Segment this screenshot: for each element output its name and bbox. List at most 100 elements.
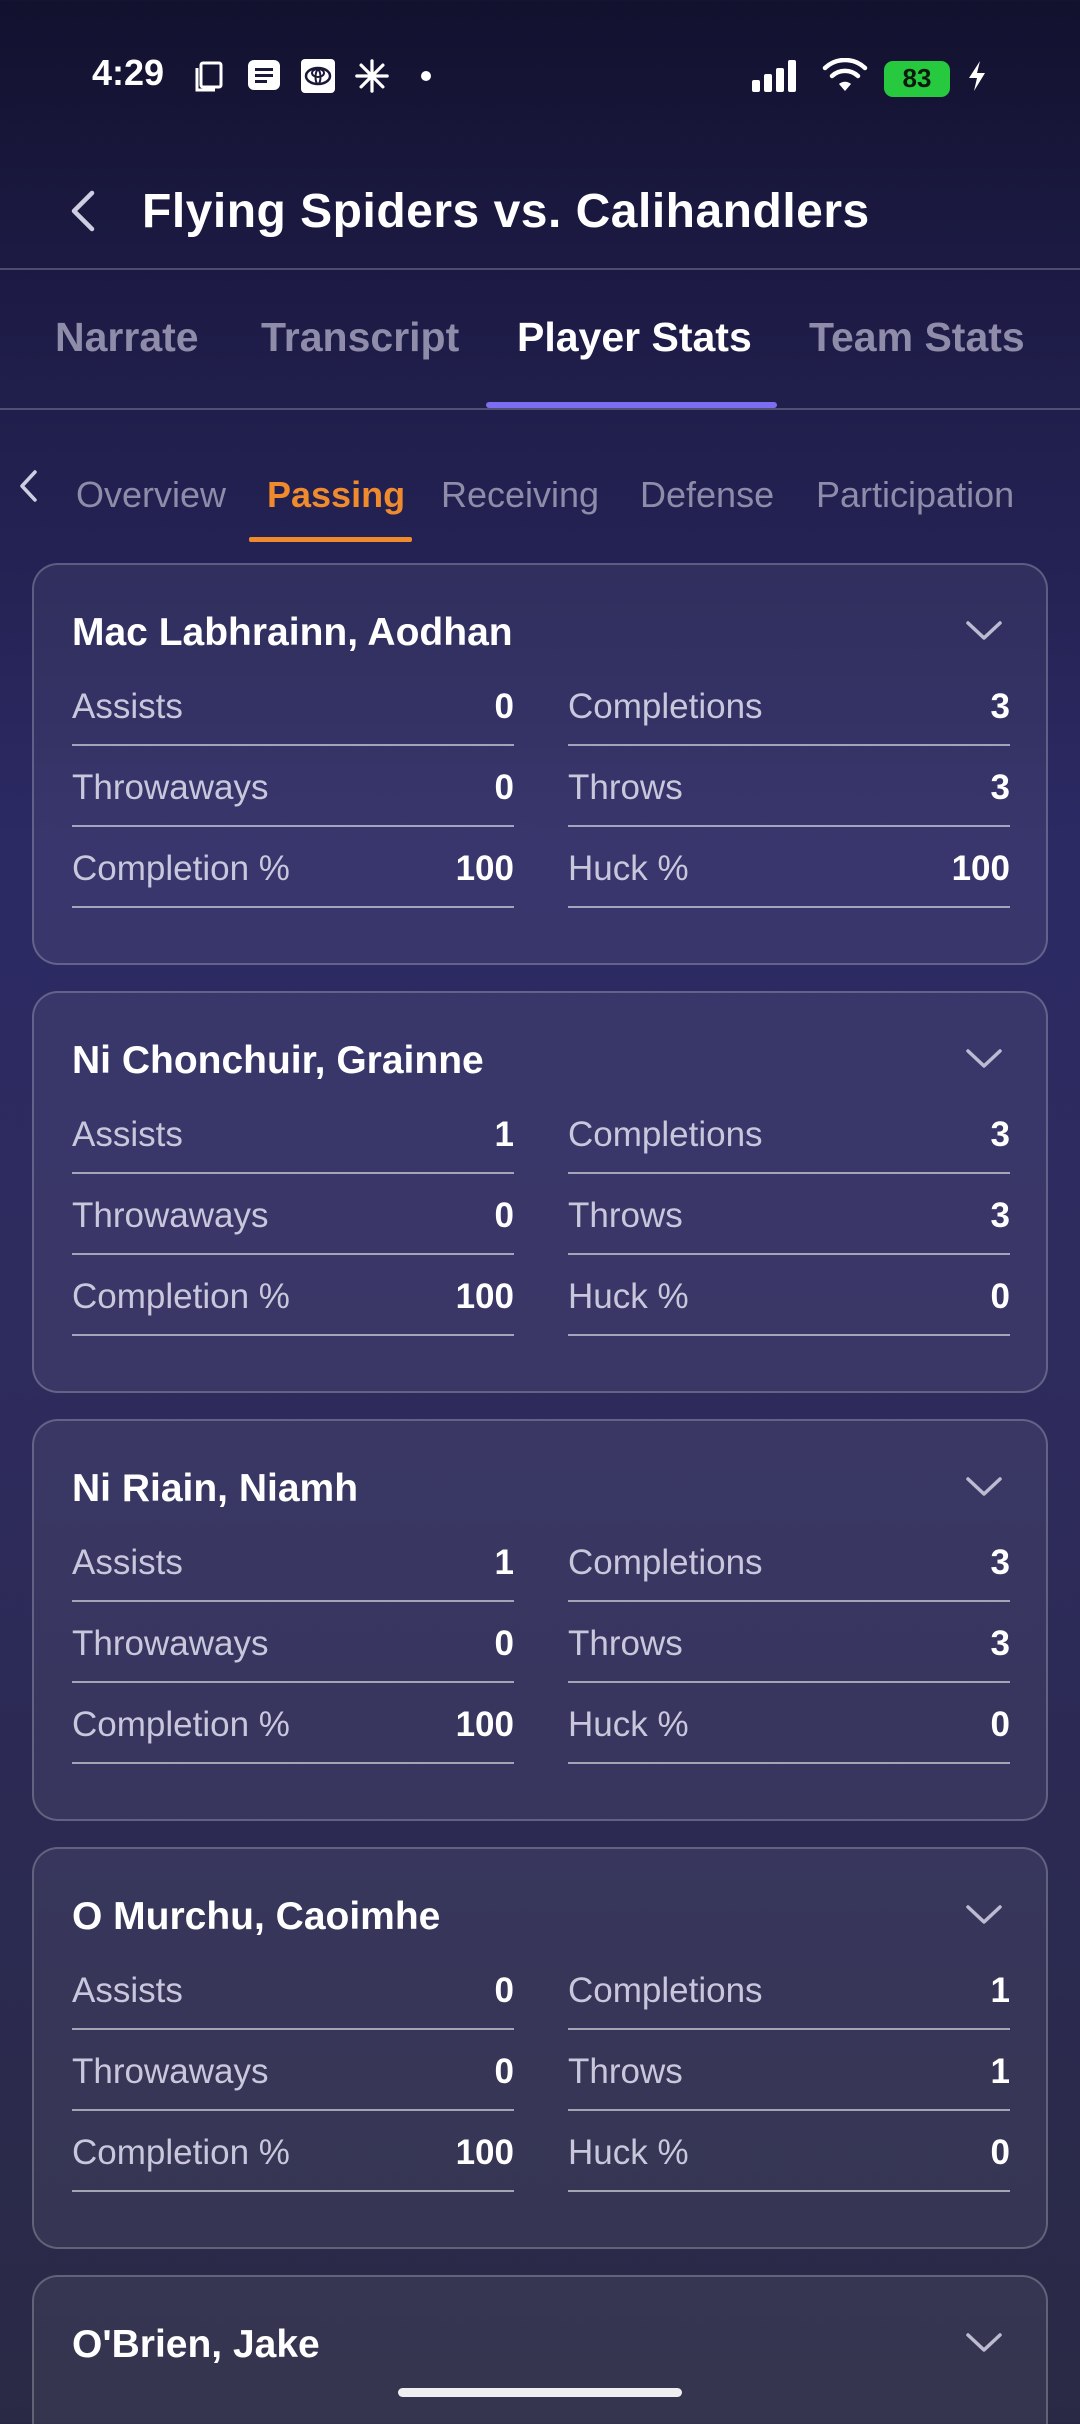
toyota-icon bbox=[300, 58, 336, 94]
expand-button[interactable] bbox=[962, 2321, 1006, 2365]
stat-label: Throws bbox=[568, 768, 683, 807]
chevron-down-icon bbox=[966, 2333, 1002, 2352]
stat-value: 1 bbox=[494, 1115, 514, 1154]
chevron-down-icon bbox=[966, 1477, 1002, 1496]
stat-huck-percent: Huck % 0 bbox=[568, 1683, 1010, 1764]
stat-value: 3 bbox=[990, 1115, 1010, 1154]
sub-tabs: Overview Passing Receiving Defense Parti… bbox=[0, 410, 1080, 545]
stat-value: 1 bbox=[990, 2052, 1010, 2091]
stat-completion-percent: Completion % 100 bbox=[72, 1683, 514, 1764]
stat-assists: Assists 0 bbox=[72, 1949, 514, 2030]
player-card[interactable]: O'Brien, Jake bbox=[32, 2275, 1048, 2424]
stat-label: Completions bbox=[568, 1971, 763, 2010]
subtab-passing[interactable]: Passing bbox=[267, 474, 405, 516]
stat-value: 100 bbox=[455, 1277, 514, 1316]
chevron-down-icon bbox=[966, 621, 1002, 640]
stat-label: Assists bbox=[72, 1971, 183, 2010]
stat-label: Throwaways bbox=[72, 768, 269, 807]
expand-button[interactable] bbox=[962, 1465, 1006, 1509]
status-time: 4:29 bbox=[92, 52, 165, 93]
player-name: Ni Riain, Niamh bbox=[72, 1467, 359, 1510]
stat-throws: Throws 3 bbox=[568, 1602, 1010, 1683]
stat-huck-percent: Huck % 0 bbox=[568, 1255, 1010, 1336]
stat-value: 0 bbox=[494, 1624, 514, 1663]
stat-value: 0 bbox=[494, 768, 514, 807]
subtab-participation[interactable]: Participation bbox=[816, 474, 1014, 516]
stat-value: 100 bbox=[951, 849, 1010, 888]
stat-value: 1 bbox=[990, 1971, 1010, 2010]
player-card[interactable]: Ni Chonchuir, Grainne Assists 1 Completio… bbox=[32, 991, 1048, 1393]
notification-icons bbox=[192, 58, 444, 94]
dot-icon bbox=[408, 58, 444, 94]
copy-icon bbox=[192, 58, 228, 94]
main-tabs: Narrate Transcript Player Stats Team Sta… bbox=[0, 272, 1080, 408]
subtab-defense[interactable]: Defense bbox=[640, 474, 774, 516]
stat-value: 100 bbox=[455, 1705, 514, 1744]
stat-throwaways: Throwaways 0 bbox=[72, 1602, 514, 1683]
subtab-receiving[interactable]: Receiving bbox=[441, 474, 599, 516]
message-icon bbox=[246, 58, 282, 94]
player-card[interactable]: Ni Riain, Niamh Assists 1 Completions 3 Th… bbox=[32, 1419, 1048, 1821]
player-name: Mac Labhrainn, Aodhan bbox=[72, 611, 513, 654]
player-card[interactable]: Mac Labhrainn, Aodhan Assists 0 Completio… bbox=[32, 563, 1048, 965]
home-indicator[interactable] bbox=[398, 2388, 682, 2397]
app-bar: Flying Spiders vs. Calihandlers bbox=[0, 150, 1080, 270]
stat-value: 3 bbox=[990, 1624, 1010, 1663]
charging-icon bbox=[966, 59, 988, 98]
chevron-down-icon bbox=[966, 1049, 1002, 1068]
stat-label: Completion % bbox=[72, 1705, 290, 1744]
back-button[interactable] bbox=[58, 186, 108, 236]
stat-value: 0 bbox=[494, 1196, 514, 1235]
stat-completions: Completions 3 bbox=[568, 1521, 1010, 1602]
tab-transcript[interactable]: Transcript bbox=[261, 314, 459, 361]
player-name: Ni Chonchuir, Grainne bbox=[72, 1039, 484, 1082]
stat-value: 3 bbox=[990, 687, 1010, 726]
stat-label: Completions bbox=[568, 1543, 763, 1582]
chevron-left-icon bbox=[71, 190, 95, 232]
tab-player-stats[interactable]: Player Stats bbox=[517, 314, 752, 361]
stat-label: Completions bbox=[568, 687, 763, 726]
stat-value: 100 bbox=[455, 849, 514, 888]
stat-label: Throwaways bbox=[72, 1196, 269, 1235]
stat-value: 0 bbox=[494, 687, 514, 726]
subtab-overview[interactable]: Overview bbox=[76, 474, 226, 516]
stat-value: 0 bbox=[494, 2052, 514, 2091]
expand-button[interactable] bbox=[962, 1893, 1006, 1937]
stat-huck-percent: Huck % 0 bbox=[568, 2111, 1010, 2192]
stat-throwaways: Throwaways 0 bbox=[72, 746, 514, 827]
stat-completion-percent: Completion % 100 bbox=[72, 827, 514, 908]
player-name: O'Brien, Jake bbox=[72, 2323, 320, 2366]
stat-throws: Throws 3 bbox=[568, 746, 1010, 827]
battery-icon: 83 bbox=[884, 60, 950, 97]
stat-label: Throwaways bbox=[72, 1624, 269, 1663]
stat-label: Huck % bbox=[568, 2133, 689, 2172]
stat-assists: Assists 0 bbox=[72, 665, 514, 746]
stat-label: Huck % bbox=[568, 1277, 689, 1316]
stat-completions: Completions 3 bbox=[568, 665, 1010, 746]
stat-label: Completions bbox=[568, 1115, 763, 1154]
sparkle-icon bbox=[354, 58, 390, 94]
stat-value: 0 bbox=[990, 2133, 1010, 2172]
stat-value: 3 bbox=[990, 768, 1010, 807]
header-divider bbox=[0, 268, 1080, 270]
tab-team-stats[interactable]: Team Stats bbox=[809, 314, 1025, 361]
tab-narrate[interactable]: Narrate bbox=[55, 314, 199, 361]
stat-label: Huck % bbox=[568, 849, 689, 888]
signal-icon bbox=[750, 58, 806, 99]
stat-value: 3 bbox=[990, 1543, 1010, 1582]
stat-label: Assists bbox=[72, 687, 183, 726]
stat-throws: Throws 1 bbox=[568, 2030, 1010, 2111]
expand-button[interactable] bbox=[962, 609, 1006, 653]
stat-assists: Assists 1 bbox=[72, 1093, 514, 1174]
sub-tabs-scroll-left-button[interactable] bbox=[14, 468, 44, 504]
expand-button[interactable] bbox=[962, 1037, 1006, 1081]
stat-value: 0 bbox=[990, 1705, 1010, 1744]
stat-label: Assists bbox=[72, 1543, 183, 1582]
player-card[interactable]: O Murchu, Caoimhe Assists 0 Completions 1 … bbox=[32, 1847, 1048, 2249]
stat-label: Throws bbox=[568, 2052, 683, 2091]
stat-value: 3 bbox=[990, 1196, 1010, 1235]
stat-label: Assists bbox=[72, 1115, 183, 1154]
stat-label: Huck % bbox=[568, 1705, 689, 1744]
stat-label: Completion % bbox=[72, 2133, 290, 2172]
chevron-left-icon bbox=[20, 470, 37, 502]
